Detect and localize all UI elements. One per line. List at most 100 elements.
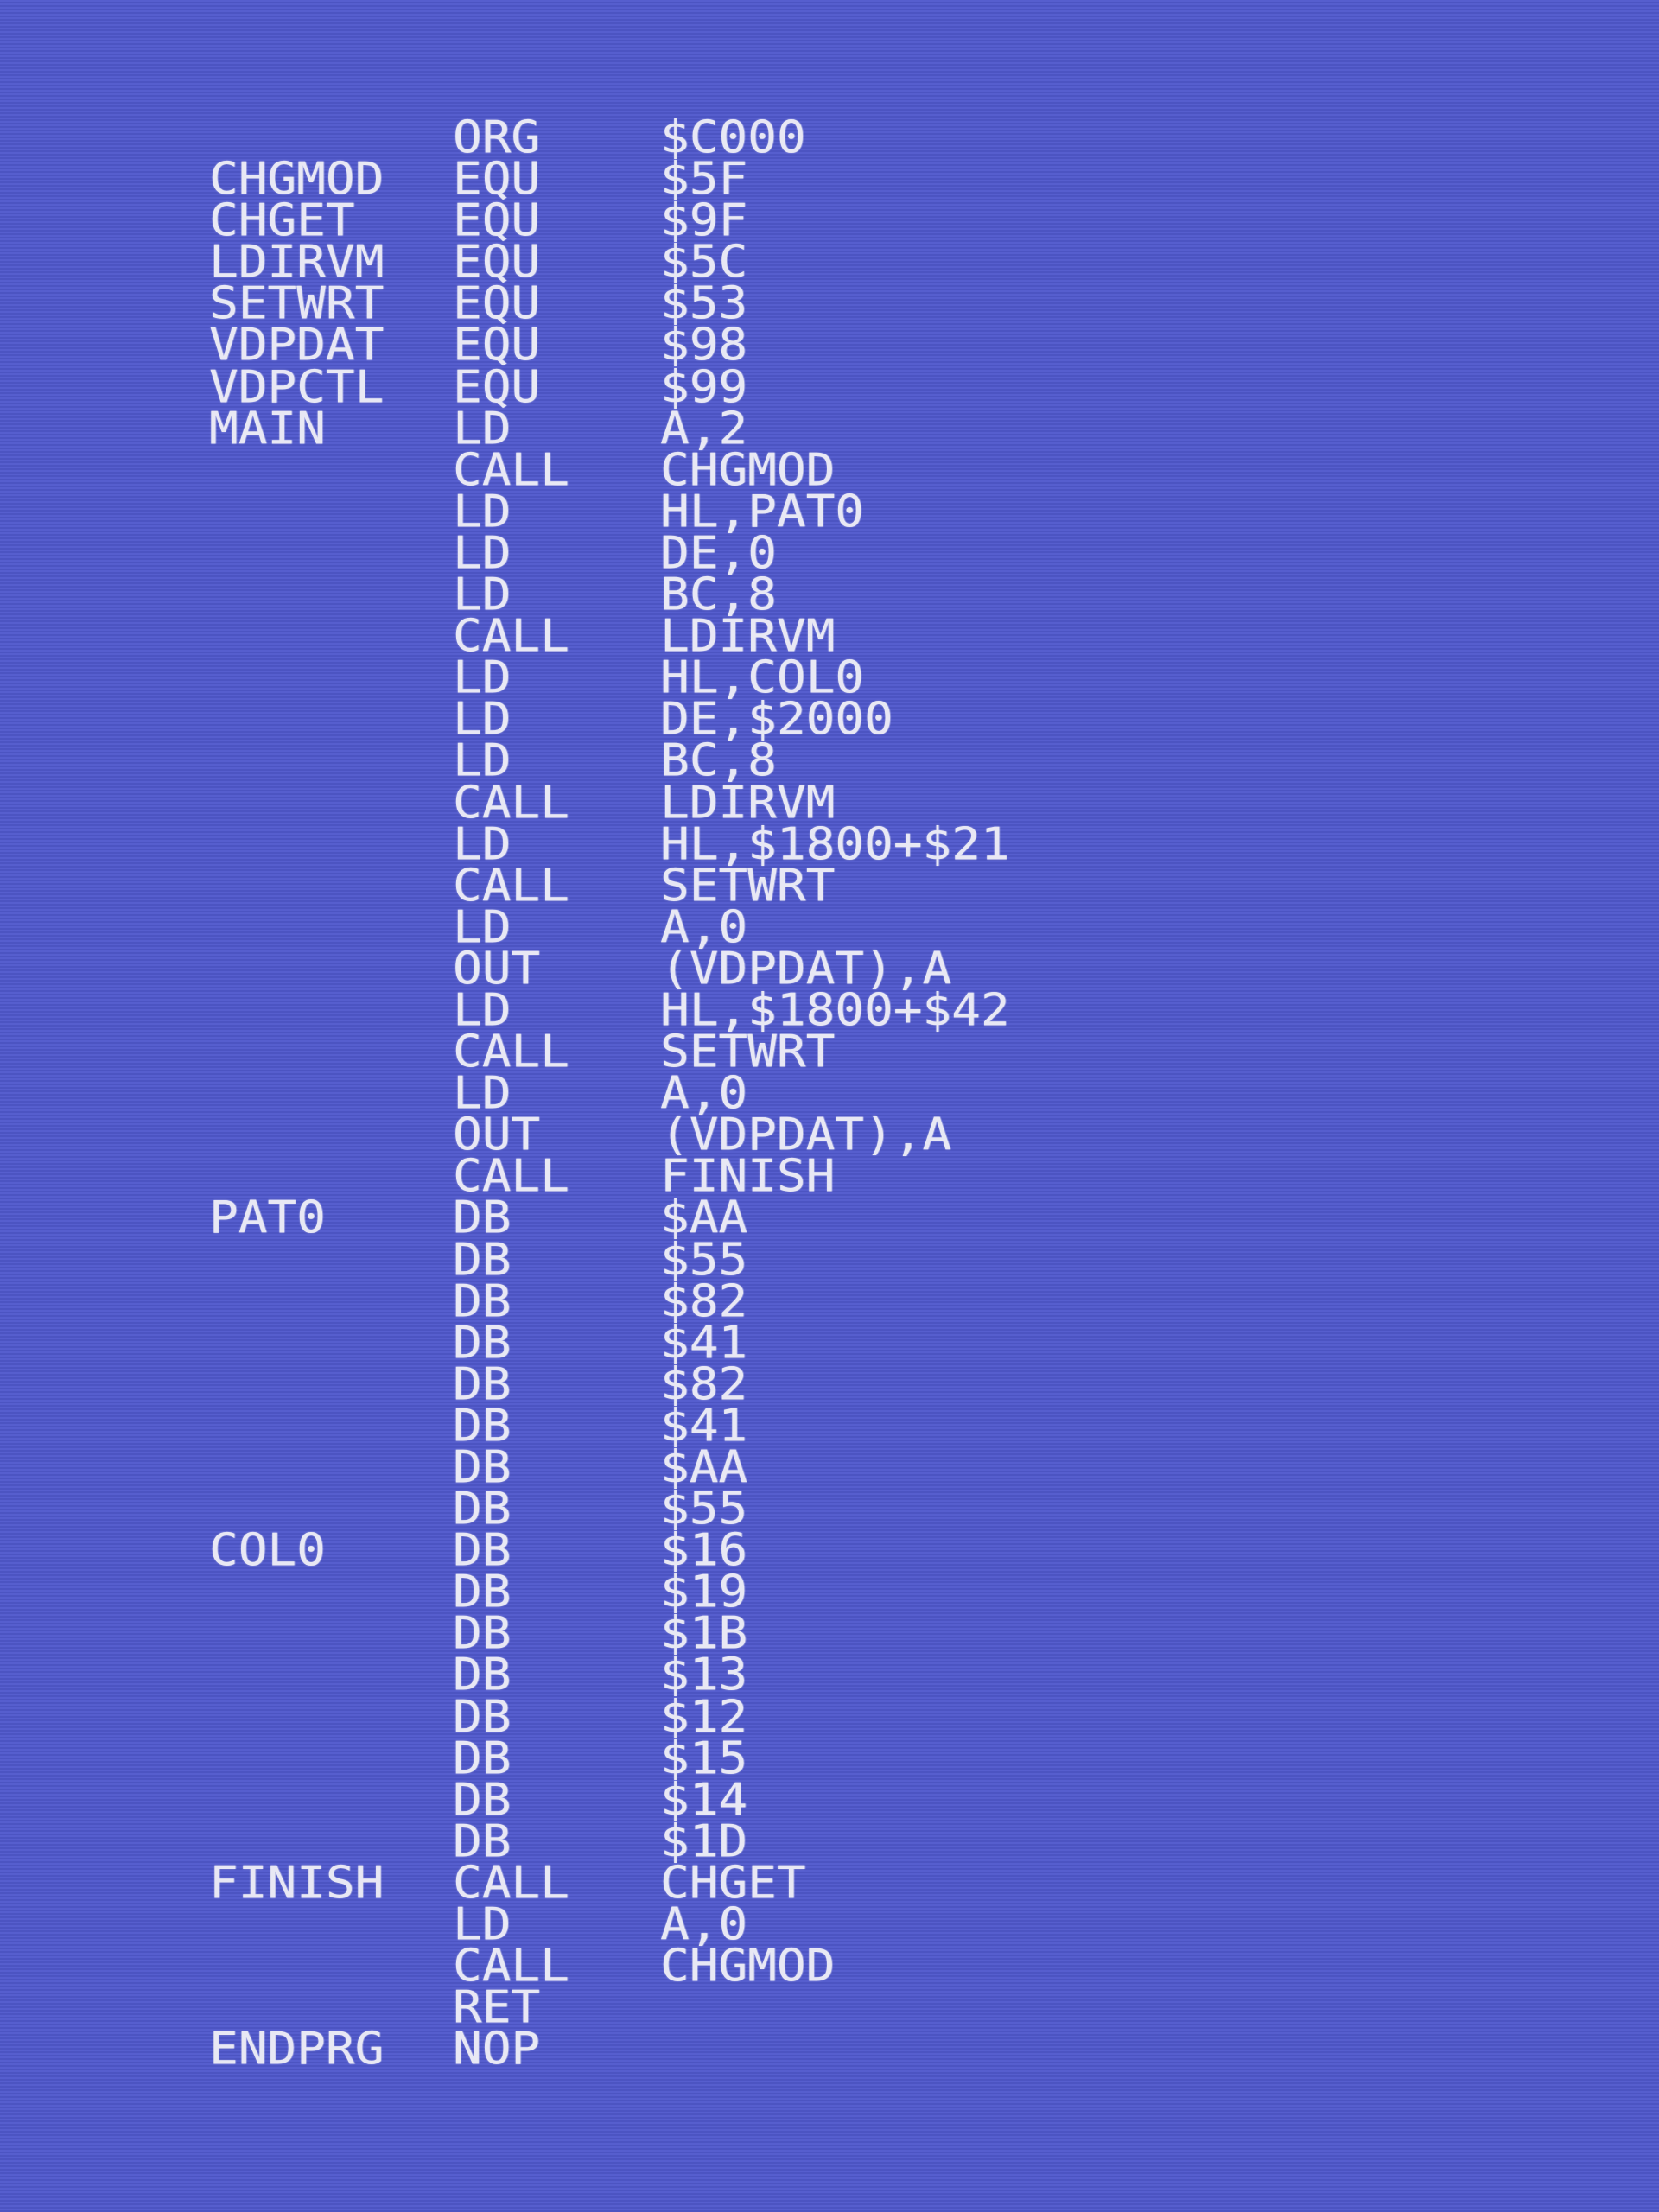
line-mnemonic: EQU xyxy=(453,278,541,330)
line-mnemonic: EQU xyxy=(453,320,541,372)
line-operand: SETWRT xyxy=(660,860,836,912)
line-mnemonic: DB xyxy=(453,1815,512,1868)
line-mnemonic: LD xyxy=(453,735,512,787)
line-label: MAIN xyxy=(209,403,326,455)
line-operand: A,0 xyxy=(660,1898,748,1951)
line-operand: $14 xyxy=(660,1774,748,1827)
line-label: CHGMOD xyxy=(209,153,385,206)
line-operand: $1B xyxy=(660,1608,748,1660)
line-operand: $41 xyxy=(660,1400,748,1452)
line-mnemonic: CALL xyxy=(453,777,569,830)
line-label: SETWRT xyxy=(209,278,385,330)
line-operand: $5F xyxy=(660,153,748,206)
line-mnemonic: DB xyxy=(453,1483,512,1535)
line-label: FINISH xyxy=(209,1857,385,1910)
line-label: PAT0 xyxy=(209,1192,326,1244)
line-operand: $55 xyxy=(660,1234,748,1287)
line-operand: $AA xyxy=(660,1192,748,1244)
line-mnemonic: DB xyxy=(453,1358,512,1411)
line-operand: SETWRT xyxy=(660,1026,836,1078)
line-mnemonic: DB xyxy=(453,1567,512,1618)
line-operand: $9F xyxy=(660,194,748,247)
line-mnemonic: DB xyxy=(453,1234,512,1287)
line-label: LDIRVM xyxy=(209,237,385,289)
line-operand: $19 xyxy=(660,1567,748,1618)
line-operand: HL,$1800+$42 xyxy=(660,984,1010,1037)
msx-text-screen: ORG $C000 CHGMOD EQU $5F CHGET EQU $9F LDIRVM EQU… xyxy=(0,0,1659,2212)
line-operand: $53 xyxy=(660,278,748,330)
line-mnemonic: DB xyxy=(453,1192,512,1244)
line-mnemonic: CALL xyxy=(453,860,569,912)
line-operand: DE,0 xyxy=(660,527,777,580)
line-operand: BC,8 xyxy=(660,569,777,621)
line-mnemonic: EQU xyxy=(453,361,541,414)
line-label: VDPDAT xyxy=(209,320,385,372)
line-operand: $12 xyxy=(660,1691,748,1744)
line-operand: $55 xyxy=(660,1483,748,1535)
line-mnemonic: LD xyxy=(453,818,512,871)
line-mnemonic: NOP xyxy=(453,2024,541,2075)
line-mnemonic: LD xyxy=(453,1898,512,1951)
line-operand: DE,$2000 xyxy=(660,694,893,746)
line-label: COL0 xyxy=(209,1524,326,1577)
line-operand: BC,8 xyxy=(660,735,777,787)
line-mnemonic: EQU xyxy=(453,153,541,206)
line-mnemonic: CALL xyxy=(453,444,569,497)
line-operand: CHGMOD xyxy=(660,444,836,497)
line-mnemonic: DB xyxy=(453,1608,512,1660)
line-operand: HL,$1800+$21 xyxy=(660,818,1010,871)
line-operand: A,0 xyxy=(660,901,748,954)
line-mnemonic: CALL xyxy=(453,1857,569,1910)
line-mnemonic: CALL xyxy=(453,1940,569,1993)
line-operand: A,0 xyxy=(660,1067,748,1120)
line-operand: (VDPDAT),A xyxy=(660,1109,952,1161)
line-operand: $C000 xyxy=(660,111,806,164)
line-mnemonic: ORG xyxy=(453,111,541,164)
line-operand: $16 xyxy=(660,1524,748,1577)
line-operand: (VDPDAT),A xyxy=(660,943,952,995)
line-operand: CHGET xyxy=(660,1857,806,1910)
line-operand: $13 xyxy=(660,1649,748,1701)
line-operand: LDIRVM xyxy=(660,610,836,663)
line-operand: LDIRVM xyxy=(660,777,836,830)
line-operand: $1D xyxy=(660,1815,748,1868)
line-mnemonic: EQU xyxy=(453,237,541,289)
line-mnemonic: OUT xyxy=(453,1109,541,1161)
line-operand: $82 xyxy=(660,1275,748,1328)
line-operand: $15 xyxy=(660,1732,748,1785)
line-mnemonic: DB xyxy=(453,1774,512,1827)
line-mnemonic: DB xyxy=(453,1691,512,1744)
line-mnemonic: DB xyxy=(453,1275,512,1328)
line-mnemonic: DB xyxy=(453,1649,512,1701)
line-mnemonic: RET xyxy=(453,1981,541,2034)
line-mnemonic: DB xyxy=(453,1732,512,1785)
line-mnemonic: LD xyxy=(453,901,512,954)
line-operand: $41 xyxy=(660,1317,748,1370)
line-mnemonic: DB xyxy=(453,1441,512,1494)
line-operand: $82 xyxy=(660,1358,748,1411)
line-mnemonic: OUT xyxy=(453,943,541,995)
line-mnemonic: LD xyxy=(453,486,512,538)
line-operand: $AA xyxy=(660,1441,748,1494)
line-label: VDPCTL xyxy=(209,361,385,414)
line-operand: A,2 xyxy=(660,403,748,455)
line-mnemonic: LD xyxy=(453,984,512,1037)
line-mnemonic: DB xyxy=(453,1317,512,1370)
line-mnemonic: CALL xyxy=(453,610,569,663)
line-operand: FINISH xyxy=(660,1151,836,1203)
line-mnemonic: DB xyxy=(453,1524,512,1577)
line-operand: CHGMOD xyxy=(660,1940,836,1993)
line-operand: $99 xyxy=(660,361,748,414)
line-operand: HL,PAT0 xyxy=(660,486,865,538)
line-mnemonic: LD xyxy=(453,403,512,455)
line-mnemonic: LD xyxy=(453,652,512,704)
line-label: ENDPRG xyxy=(209,2024,385,2075)
line-operand: $5C xyxy=(660,237,748,289)
line-operand: $98 xyxy=(660,320,748,372)
line-label: CHGET xyxy=(209,194,355,247)
line-operand: HL,COL0 xyxy=(660,652,865,704)
line-mnemonic: LD xyxy=(453,569,512,621)
line-mnemonic: CALL xyxy=(453,1151,569,1203)
line-mnemonic: EQU xyxy=(453,194,541,247)
line-mnemonic: LD xyxy=(453,1067,512,1120)
